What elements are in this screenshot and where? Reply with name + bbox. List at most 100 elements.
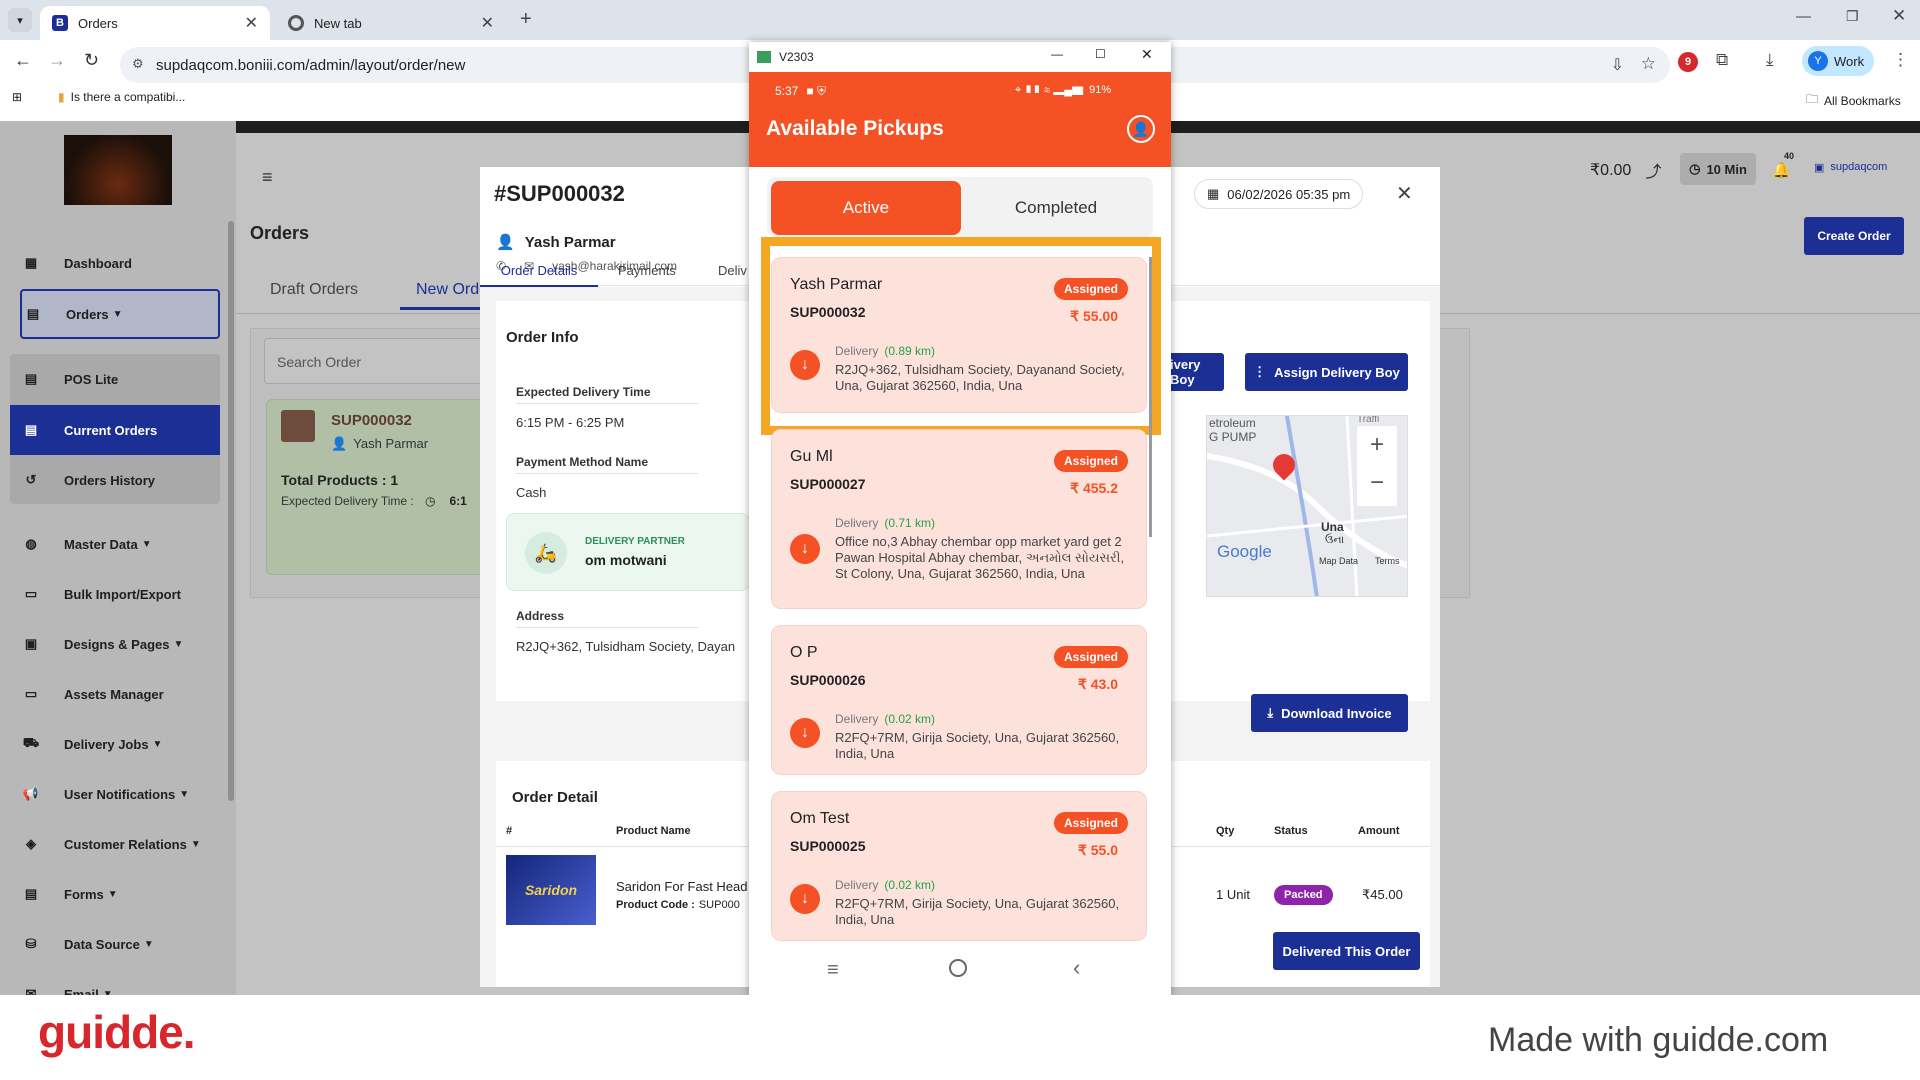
sidebar-item-customer-relations[interactable]: ◈ Customer Relations ▼ — [20, 819, 220, 869]
map-widget[interactable]: etroleum G PUMP Traffi + − Una ઉના Google… — [1206, 415, 1408, 597]
browser-menu-icon[interactable]: ⋮ — [1892, 50, 1909, 70]
bookmark-item[interactable]: ▮ Is there a compatibi... — [58, 90, 185, 104]
tab-order-details[interactable]: Order Details — [480, 263, 598, 287]
map-zoom-controls[interactable]: + − — [1357, 426, 1397, 506]
delivery-boy-button[interactable]: ivery Boy — [1170, 353, 1224, 391]
hamburger-menu-icon[interactable]: ≡ — [262, 167, 273, 188]
timer-button[interactable]: ◷ 10 Min — [1680, 153, 1756, 185]
restore-window-icon[interactable]: ❐ — [1846, 8, 1859, 25]
minimize-window-icon[interactable]: — — [1051, 47, 1063, 61]
store-link[interactable]: ▣ supdaqcom — [1814, 161, 1887, 174]
browser-tab-orders[interactable]: B Orders ✕ — [40, 6, 270, 40]
assign-delivery-boy-button[interactable]: ⋮ Assign Delivery Boy — [1245, 353, 1408, 391]
sidebar-item-label: Data Source — [64, 936, 140, 952]
sidebar-item-label: Designs & Pages — [64, 636, 170, 652]
sidebar-item-forms[interactable]: ▤ Forms ▼ — [20, 869, 220, 919]
profile-icon[interactable]: 👤 — [1127, 115, 1155, 143]
extensions-puzzle-icon[interactable]: ⧉ — [1716, 50, 1728, 70]
close-tab-icon[interactable]: ✕ — [481, 13, 494, 33]
apps-grid-icon[interactable]: ⊞ — [12, 90, 22, 104]
sidebar-item-orders[interactable]: ▤ Orders ▼ — [20, 289, 220, 339]
list-scrollbar[interactable] — [1149, 257, 1152, 537]
pickup-card[interactable]: Yash Parmar SUP000032 Assigned ₹ 55.00 ↓… — [771, 257, 1147, 413]
download-invoice-label: Download Invoice — [1281, 705, 1392, 721]
sidebar-item-designs[interactable]: ▣ Designs & Pages ▼ — [20, 619, 220, 669]
sidebar-item-master-data[interactable]: ◍ Master Data ▼ — [20, 519, 220, 569]
sidebar-item-data-source[interactable]: ⛁ Data Source ▼ — [20, 919, 220, 969]
sidebar-item-email[interactable]: ✉ Email ▼ — [20, 969, 220, 995]
sidebar-scrollbar[interactable] — [228, 221, 234, 801]
profile-button[interactable]: Y Work — [1802, 46, 1874, 76]
back-icon[interactable]: ‹ — [1073, 955, 1080, 981]
sidebar-item-label: Email — [64, 986, 99, 996]
map-terms-link[interactable]: Terms — [1375, 556, 1400, 566]
bell-icon[interactable]: 🔔 — [1772, 161, 1791, 179]
bookmark-star-icon[interactable]: ☆ — [1641, 54, 1656, 74]
share-icon[interactable]: ⤴ — [1645, 158, 1661, 182]
orders-icon: ▤ — [26, 306, 40, 321]
tab-draft-orders[interactable]: Draft Orders — [270, 281, 358, 299]
install-app-icon[interactable]: ⇩ — [1611, 55, 1624, 75]
site-info-icon[interactable]: ⚙ — [132, 56, 144, 72]
all-bookmarks[interactable]: 🗀 All Bookmarks — [1806, 90, 1901, 111]
arrow-down-icon: ↓ — [790, 884, 820, 914]
reload-icon[interactable]: ↻ — [84, 50, 99, 71]
close-tab-icon[interactable]: ✕ — [245, 13, 258, 33]
map-data-link[interactable]: Map Data — [1319, 556, 1358, 566]
extension-icon[interactable]: 9 — [1678, 52, 1698, 72]
status-badge: Assigned — [1053, 646, 1128, 668]
bookmark-label: Is there a compatibi... — [70, 90, 186, 104]
tab-delivery[interactable]: Deliv — [718, 263, 747, 278]
chevron-down-icon: ▼ — [173, 638, 184, 650]
create-order-button[interactable]: Create Order — [1804, 217, 1904, 255]
expected-delivery-value: ◷ 6:1 — [425, 494, 467, 508]
tab-payments[interactable]: Payments — [618, 263, 676, 278]
new-tab-icon[interactable]: + — [520, 8, 532, 31]
downloads-icon[interactable]: ⤓ — [1766, 50, 1774, 70]
clock-icon: ◷ — [425, 494, 436, 508]
distance: (0.71 km) — [884, 516, 936, 530]
recents-icon[interactable]: ≡ — [827, 959, 839, 982]
tab-search-icon[interactable]: ▾ — [8, 8, 32, 32]
zoom-in-icon[interactable]: + — [1357, 426, 1397, 464]
maximize-window-icon[interactable]: ☐ — [1095, 47, 1106, 61]
close-modal-icon[interactable]: ✕ — [1396, 181, 1413, 206]
delivered-order-button[interactable]: Delivered This Order — [1273, 932, 1420, 970]
sidebar-item-orders-history[interactable]: ↺ Orders History — [20, 455, 220, 505]
tab-active[interactable]: Active — [771, 181, 961, 235]
store-logo — [64, 135, 172, 205]
home-icon[interactable] — [949, 959, 967, 977]
forward-icon[interactable]: → — [48, 50, 66, 71]
user-icon: 👤 — [496, 234, 515, 251]
distance: (0.89 km) — [884, 344, 936, 358]
sidebar-item-assets[interactable]: ▭ Assets Manager — [20, 669, 220, 719]
sidebar-item-dashboard[interactable]: ▦ Dashboard — [20, 238, 220, 288]
sidebar-item-user-notifications[interactable]: 📢 User Notifications ▼ — [20, 769, 220, 819]
download-invoice-button[interactable]: ⤓ Download Invoice — [1251, 694, 1408, 732]
pickup-card[interactable]: Om Test SUP000025 Assigned ₹ 55.0 ↓ Deli… — [771, 791, 1147, 941]
sidebar-item-current-orders[interactable]: ▤ Current Orders — [10, 405, 220, 455]
browser-tab-new[interactable]: New tab ✕ — [276, 6, 506, 40]
status-badge: Assigned — [1053, 278, 1128, 300]
delivery-label: Delivery — [835, 878, 879, 892]
status-badge: Assigned — [1053, 812, 1128, 834]
search-order-input[interactable]: Search Order — [264, 338, 504, 384]
sidebar-item-pos-lite[interactable]: ▤ POS Lite — [20, 354, 220, 404]
pickup-card[interactable]: Gu Ml SUP000027 Assigned ₹ 455.2 ↓ Deliv… — [771, 429, 1147, 609]
zoom-out-icon[interactable]: − — [1357, 464, 1397, 502]
phone-mirror-window: V2303 — ☐ ✕ 5:37 ■ ⛨ ⌖ ▮▮ ≋ ▂▄▆ 91% Availa… — [749, 42, 1171, 997]
sidebar-item-bulk-import[interactable]: ▭ Bulk Import/Export — [20, 569, 220, 619]
close-window-icon[interactable]: ✕ — [1892, 6, 1906, 26]
tab-completed[interactable]: Completed — [961, 181, 1151, 235]
back-icon[interactable]: ← — [14, 50, 32, 71]
header-actions: ₹0.00 ⤴ — [1590, 155, 1661, 185]
megaphone-icon: 📢 — [22, 786, 40, 801]
order-card[interactable]: SUP000032 👤 Yash Parmar Total Products : … — [266, 399, 490, 575]
col-product: Product Name — [616, 825, 691, 837]
sidebar-item-delivery-jobs[interactable]: ⛟ Delivery Jobs ▼ — [20, 719, 220, 769]
sidebar-item-label: Delivery Jobs — [64, 736, 149, 752]
package-icon — [281, 410, 315, 442]
pickup-card[interactable]: O P SUP000026 Assigned ₹ 43.0 ↓ Delivery… — [771, 625, 1147, 775]
close-window-icon[interactable]: ✕ — [1141, 46, 1153, 63]
minimize-window-icon[interactable]: — — [1796, 8, 1811, 25]
